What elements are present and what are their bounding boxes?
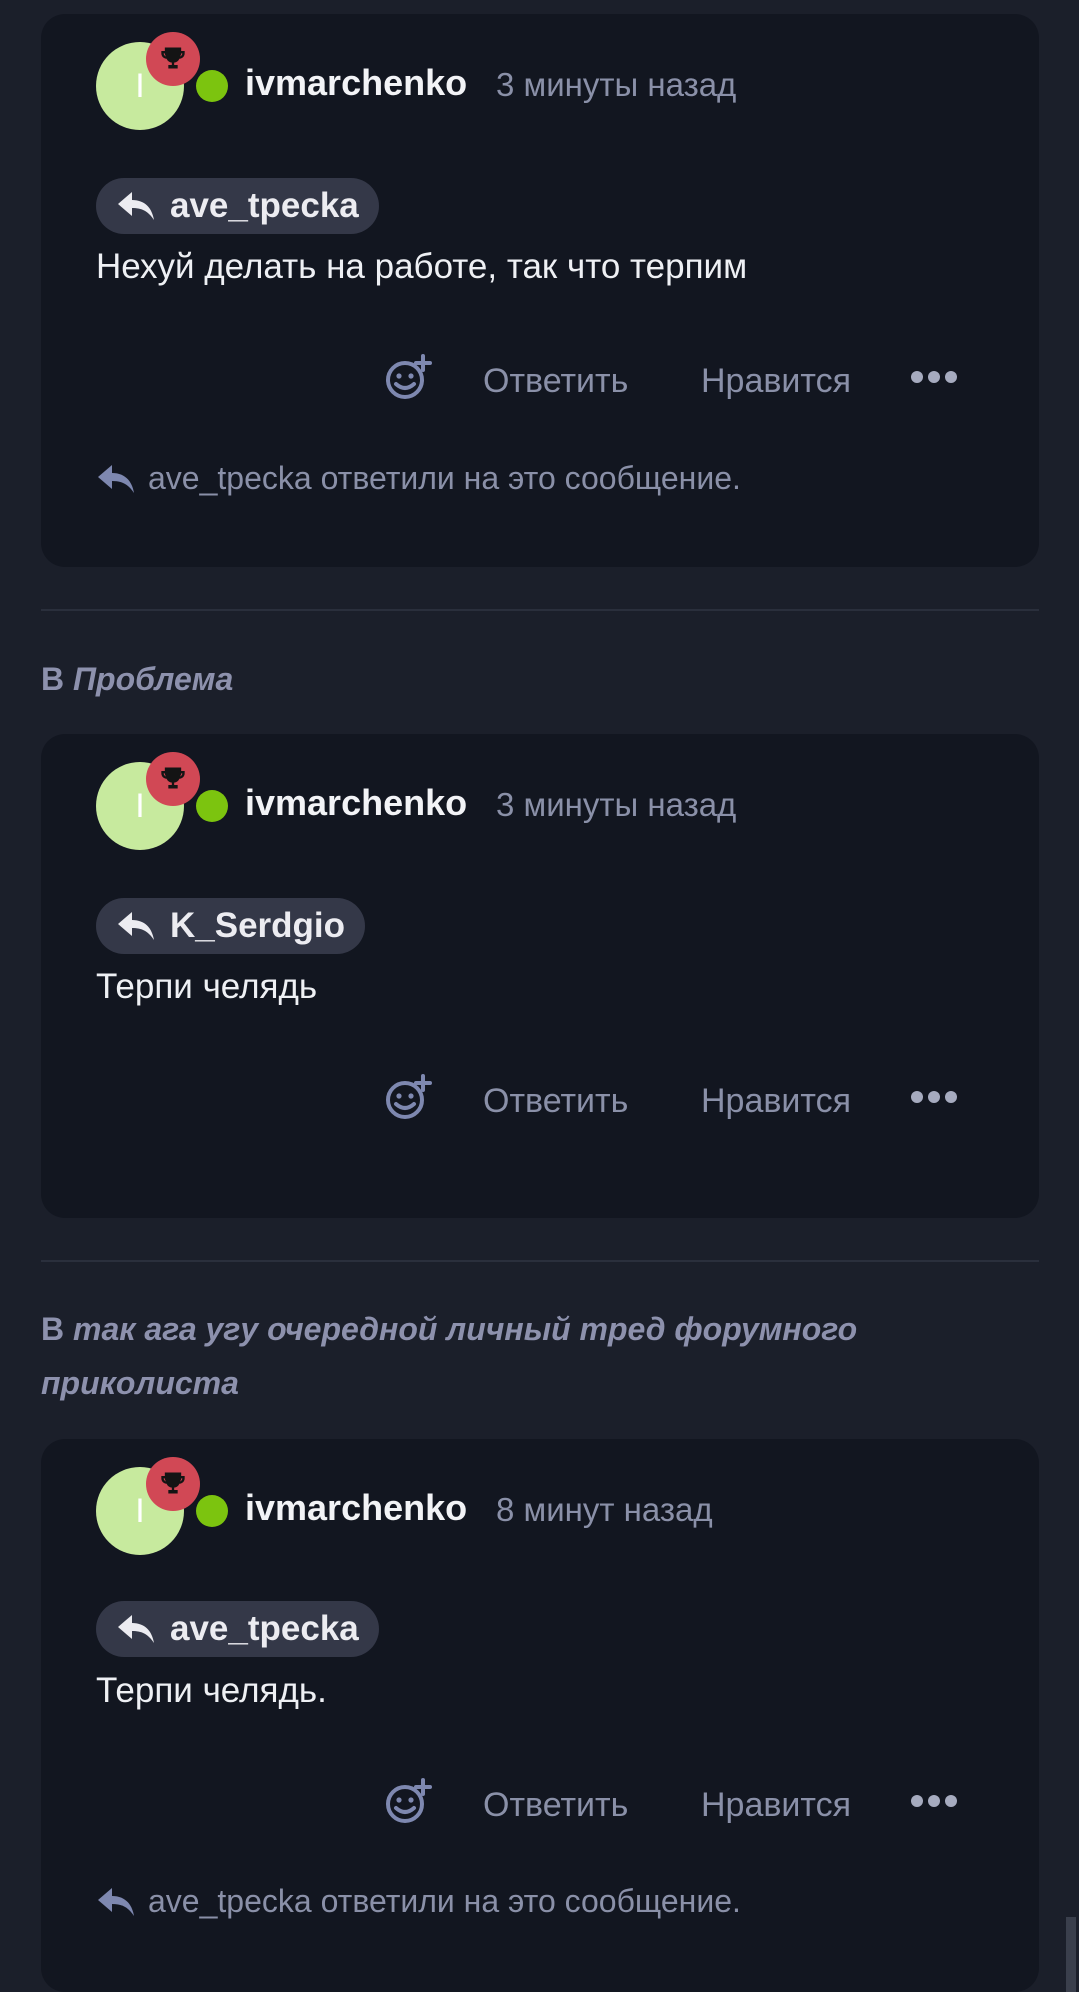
online-status-dot <box>196 1495 228 1527</box>
post-text: Терпи челядь <box>96 967 318 1006</box>
replies-indicator[interactable]: ave_tpecka ответили на это сообщение. <box>96 1883 741 1920</box>
username[interactable]: ivmarchenko <box>245 1487 467 1529</box>
divider <box>41 609 1039 611</box>
post-card: I ivmarchenko 3 минуты назад ave_tpecka … <box>41 14 1039 567</box>
topic-context[interactable]: В так ага угу очередной личный тред фору… <box>41 1302 921 1410</box>
add-reaction-button[interactable] <box>385 354 433 407</box>
topic-context[interactable]: В Проблема <box>41 652 921 706</box>
post-text: Нехуй делать на работе, так что терпим <box>96 247 748 286</box>
reply-to-pill[interactable]: K_Serdgio <box>96 898 366 954</box>
trophy-badge <box>146 32 200 86</box>
post-timestamp[interactable]: 3 минуты назад <box>496 786 736 824</box>
more-options-button[interactable] <box>911 1792 957 1812</box>
topic-title[interactable]: Проблема <box>73 661 233 697</box>
trophy-badge <box>146 752 200 806</box>
reply-button[interactable]: Ответить <box>483 362 628 401</box>
more-options-button[interactable] <box>911 1088 957 1108</box>
reply-arrow-icon <box>98 464 134 493</box>
reply-to-username: ave_tpecka <box>170 1609 359 1648</box>
replies-note: ave_tpecka ответили на это сообщение. <box>148 1883 741 1919</box>
reply-button[interactable]: Ответить <box>483 1082 628 1121</box>
add-reaction-icon <box>386 354 432 399</box>
reply-arrow-icon <box>118 192 154 220</box>
reply-arrow-icon <box>118 912 154 940</box>
user-avatar[interactable]: I <box>96 32 228 132</box>
reply-arrow-icon <box>118 1615 154 1643</box>
add-reaction-icon <box>386 1778 432 1823</box>
post-timestamp[interactable]: 8 минут назад <box>496 1491 713 1529</box>
trophy-badge <box>146 1457 200 1511</box>
post-timestamp[interactable]: 3 минуты назад <box>496 66 736 104</box>
add-reaction-button[interactable] <box>385 1074 433 1127</box>
reply-to-pill[interactable]: ave_tpecka <box>96 1601 379 1657</box>
post-card: I ivmarchenko 3 минуты назад K_Serdgio Т… <box>41 734 1039 1218</box>
divider <box>41 1260 1039 1262</box>
topic-title[interactable]: так ага угу очередной личный тред форумн… <box>41 1311 857 1401</box>
username[interactable]: ivmarchenko <box>245 62 467 104</box>
reply-to-username: K_Serdgio <box>170 906 346 945</box>
online-status-dot <box>196 70 228 102</box>
post-actions: Ответить Нравится <box>41 1774 1039 1834</box>
add-reaction-button[interactable] <box>385 1778 433 1831</box>
trophy-icon <box>161 767 185 789</box>
topic-prefix: В <box>41 1311 65 1347</box>
user-avatar[interactable]: I <box>96 752 228 852</box>
trophy-icon <box>161 47 185 69</box>
like-button[interactable]: Нравится <box>701 1082 851 1121</box>
online-status-dot <box>196 790 228 822</box>
topic-prefix: В <box>41 661 65 697</box>
user-avatar[interactable]: I <box>96 1457 228 1557</box>
reply-to-pill[interactable]: ave_tpecka <box>96 178 379 234</box>
trophy-icon <box>161 1472 185 1494</box>
post-text: Терпи челядь. <box>96 1671 327 1710</box>
like-button[interactable]: Нравится <box>701 362 851 401</box>
post-actions: Ответить Нравится <box>41 1070 1039 1130</box>
reply-button[interactable]: Ответить <box>483 1786 628 1825</box>
post-actions: Ответить Нравится <box>41 350 1039 410</box>
post-card: I ivmarchenko 8 минут назад ave_tpecka Т… <box>41 1439 1039 1992</box>
scrollbar[interactable] <box>1066 1917 1076 1992</box>
add-reaction-icon <box>386 1074 432 1119</box>
reply-arrow-icon <box>98 1887 134 1916</box>
replies-note: ave_tpecka ответили на это сообщение. <box>148 460 741 496</box>
reply-to-username: ave_tpecka <box>170 186 359 225</box>
like-button[interactable]: Нравится <box>701 1786 851 1825</box>
more-options-button[interactable] <box>911 368 957 388</box>
username[interactable]: ivmarchenko <box>245 782 467 824</box>
replies-indicator[interactable]: ave_tpecka ответили на это сообщение. <box>96 460 741 497</box>
